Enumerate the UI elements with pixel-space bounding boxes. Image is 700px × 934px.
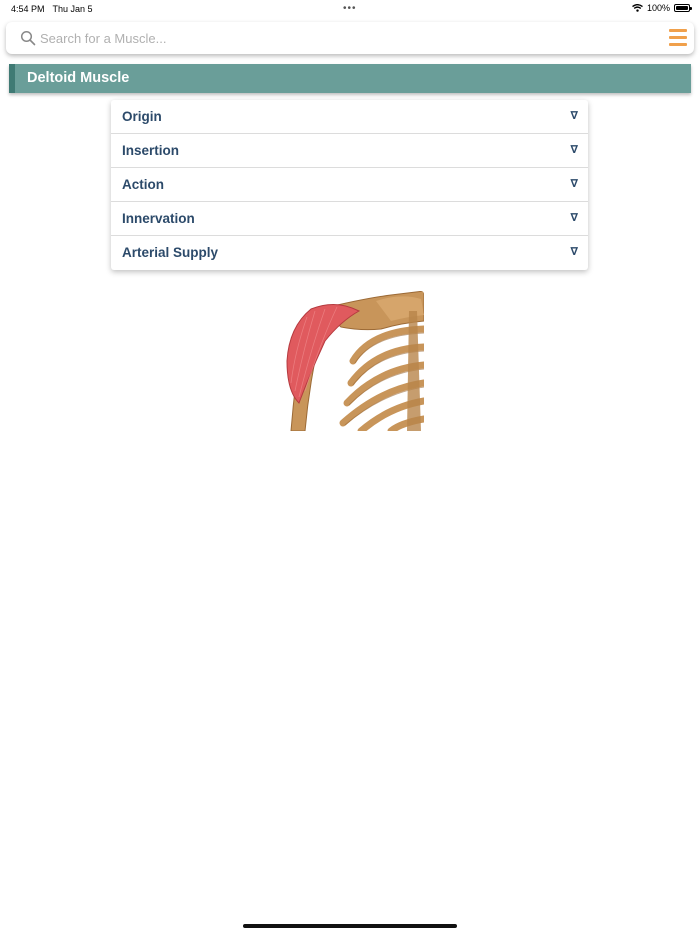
accordion-item-innervation[interactable]: Innervation ∇ <box>111 202 588 236</box>
status-date: Thu Jan 5 <box>52 4 93 14</box>
expand-triangle-icon: ∇ <box>570 178 578 190</box>
status-time: 4:54 PM <box>11 4 45 14</box>
expand-triangle-icon: ∇ <box>570 246 578 258</box>
accordion-item-origin[interactable]: Origin ∇ <box>111 100 588 134</box>
page-title: Deltoid Muscle <box>27 70 130 86</box>
accordion-item-arterial-supply[interactable]: Arterial Supply ∇ <box>111 236 588 270</box>
accordion-item-insertion[interactable]: Insertion ∇ <box>111 134 588 168</box>
multitasking-dots-icon[interactable]: ••• <box>343 3 357 14</box>
deltoid-muscle-illustration <box>281 291 424 431</box>
accordion-label: Innervation <box>122 211 195 226</box>
battery-icon <box>674 4 692 12</box>
accordion-label: Origin <box>122 109 162 124</box>
search-icon <box>20 30 36 46</box>
hamburger-menu-icon[interactable] <box>669 29 687 46</box>
search-input[interactable] <box>40 28 640 48</box>
home-indicator[interactable] <box>243 924 457 928</box>
screen: 4:54 PM Thu Jan 5 ••• 100% Deltoid Muscl… <box>0 0 700 934</box>
expand-triangle-icon: ∇ <box>570 110 578 122</box>
search-bar <box>6 22 694 54</box>
wifi-icon <box>632 4 643 12</box>
status-right: 100% <box>632 3 692 13</box>
accordion-label: Insertion <box>122 143 180 158</box>
battery-percent: 100% <box>646 3 670 13</box>
muscle-title-bar: Deltoid Muscle <box>9 64 691 93</box>
accordion-label: Arterial Supply <box>122 245 219 260</box>
muscle-details-accordion: Origin ∇ Insertion ∇ Action ∇ Innervatio… <box>111 100 588 270</box>
status-left: 4:54 PM Thu Jan 5 <box>11 4 93 14</box>
status-bar: 4:54 PM Thu Jan 5 ••• 100% <box>0 0 700 17</box>
accordion-label: Action <box>122 177 164 192</box>
expand-triangle-icon: ∇ <box>570 212 578 224</box>
expand-triangle-icon: ∇ <box>570 144 578 156</box>
accordion-item-action[interactable]: Action ∇ <box>111 168 588 202</box>
